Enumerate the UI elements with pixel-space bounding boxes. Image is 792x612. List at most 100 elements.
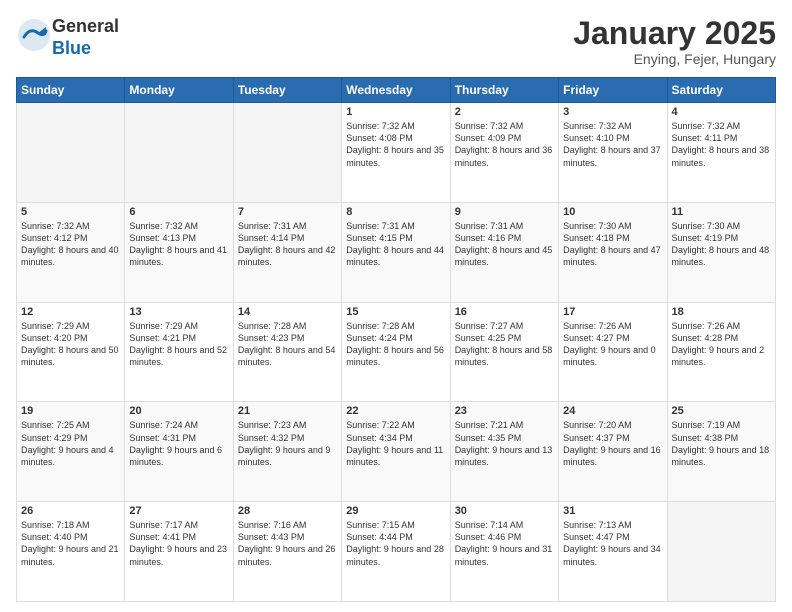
day-info: Sunrise: 7:28 AM Sunset: 4:24 PM Dayligh… [346, 320, 445, 369]
calendar-cell: 3 Sunrise: 7:32 AM Sunset: 4:10 PM Daylig… [559, 103, 667, 203]
day-number: 24 [563, 405, 662, 417]
logo-icon [16, 17, 52, 53]
calendar-cell: 4 Sunrise: 7:32 AM Sunset: 4:11 PM Daylig… [667, 103, 775, 203]
page: General Blue January 2025 Enying, Fejer,… [0, 0, 792, 612]
calendar-cell: 31Sunrise: 7:13 AM Sunset: 4:47 PM Dayli… [559, 502, 667, 602]
weekday-header-saturday: Saturday [667, 78, 775, 103]
weekday-header-friday: Friday [559, 78, 667, 103]
logo-text: General Blue [52, 16, 119, 59]
calendar-cell: 10 Sunrise: 7:30 AM Sunset: 4:18 PM Dayli… [559, 202, 667, 302]
weekday-header-thursday: Thursday [450, 78, 558, 103]
day-info: Sunrise: 7:32 AM Sunset: 4:12 PM Dayligh… [21, 220, 120, 269]
logo-general-text: General [52, 16, 119, 36]
calendar-cell: 22 Sunrise: 7:22 AM Sunset: 4:34 PM Dayli… [342, 402, 450, 502]
calendar-cell: 8Sunrise: 7:31 AM Sunset: 4:15 PM Daylig… [342, 202, 450, 302]
day-info: Sunrise: 7:15 AM Sunset: 4:44 PM Dayligh… [346, 519, 445, 568]
day-number: 14 [238, 306, 337, 318]
calendar-cell [17, 103, 125, 203]
day-info: Sunrise: 7:32 AM Sunset: 4:10 PM Dayligh… [563, 120, 662, 169]
calendar-cell: 18 Sunrise: 7:26 AM Sunset: 4:28 PM Dayli… [667, 302, 775, 402]
day-number: 19 [21, 405, 120, 417]
day-info: Sunrise: 7:17 AM Sunset: 4:41 PM Dayligh… [129, 519, 228, 568]
logo: General Blue [16, 16, 119, 59]
weekday-header-wednesday: Wednesday [342, 78, 450, 103]
day-number: 9 [455, 206, 554, 218]
day-number: 4 [672, 106, 771, 118]
calendar-subtitle: Enying, Fejer, Hungary [573, 51, 776, 67]
day-info: Sunrise: 7:14 AM Sunset: 4:46 PM Dayligh… [455, 519, 554, 568]
day-number: 5 [21, 206, 120, 218]
calendar-week-5: 26Sunrise: 7:18 AM Sunset: 4:40 PM Dayli… [17, 502, 776, 602]
day-info: Sunrise: 7:27 AM Sunset: 4:25 PM Dayligh… [455, 320, 554, 369]
day-number: 15 [346, 306, 445, 318]
day-info: Sunrise: 7:32 AM Sunset: 4:08 PM Dayligh… [346, 120, 445, 169]
day-info: Sunrise: 7:20 AM Sunset: 4:37 PM Dayligh… [563, 419, 662, 468]
calendar-cell: 24 Sunrise: 7:20 AM Sunset: 4:37 PM Dayli… [559, 402, 667, 502]
day-number: 2 [455, 106, 554, 118]
calendar-cell: 12Sunrise: 7:29 AM Sunset: 4:20 PM Dayli… [17, 302, 125, 402]
calendar-table: SundayMondayTuesdayWednesdayThursdayFrid… [16, 77, 776, 602]
day-number: 7 [238, 206, 337, 218]
day-number: 31 [563, 505, 662, 517]
calendar-cell: 23 Sunrise: 7:21 AM Sunset: 4:35 PM Dayli… [450, 402, 558, 502]
calendar-cell [125, 103, 233, 203]
calendar-week-2: 5 Sunrise: 7:32 AM Sunset: 4:12 PM Daylig… [17, 202, 776, 302]
day-info: Sunrise: 7:19 AM Sunset: 4:38 PM Dayligh… [672, 419, 771, 468]
calendar-cell: 26Sunrise: 7:18 AM Sunset: 4:40 PM Dayli… [17, 502, 125, 602]
day-number: 10 [563, 206, 662, 218]
day-number: 17 [563, 306, 662, 318]
day-info: Sunrise: 7:31 AM Sunset: 4:16 PM Dayligh… [455, 220, 554, 269]
calendar-cell: 17 Sunrise: 7:26 AM Sunset: 4:27 PM Dayli… [559, 302, 667, 402]
day-info: Sunrise: 7:22 AM Sunset: 4:34 PM Dayligh… [346, 419, 445, 468]
calendar-cell: 20 Sunrise: 7:24 AM Sunset: 4:31 PM Dayli… [125, 402, 233, 502]
day-number: 28 [238, 505, 337, 517]
calendar-title: January 2025 [573, 16, 776, 51]
calendar-cell: 28 Sunrise: 7:16 AM Sunset: 4:43 PM Dayli… [233, 502, 341, 602]
calendar-cell: 16 Sunrise: 7:27 AM Sunset: 4:25 PM Dayli… [450, 302, 558, 402]
day-info: Sunrise: 7:16 AM Sunset: 4:43 PM Dayligh… [238, 519, 337, 568]
day-number: 3 [563, 106, 662, 118]
title-section: January 2025 Enying, Fejer, Hungary [573, 16, 776, 67]
calendar-cell: 19 Sunrise: 7:25 AM Sunset: 4:29 PM Dayli… [17, 402, 125, 502]
day-info: Sunrise: 7:32 AM Sunset: 4:11 PM Dayligh… [672, 120, 771, 169]
calendar-cell: 29Sunrise: 7:15 AM Sunset: 4:44 PM Dayli… [342, 502, 450, 602]
day-number: 26 [21, 505, 120, 517]
day-info: Sunrise: 7:25 AM Sunset: 4:29 PM Dayligh… [21, 419, 120, 468]
day-info: Sunrise: 7:26 AM Sunset: 4:27 PM Dayligh… [563, 320, 662, 369]
day-info: Sunrise: 7:32 AM Sunset: 4:13 PM Dayligh… [129, 220, 228, 269]
day-info: Sunrise: 7:30 AM Sunset: 4:19 PM Dayligh… [672, 220, 771, 269]
calendar-cell [233, 103, 341, 203]
day-info: Sunrise: 7:31 AM Sunset: 4:14 PM Dayligh… [238, 220, 337, 269]
calendar-cell: 21 Sunrise: 7:23 AM Sunset: 4:32 PM Dayli… [233, 402, 341, 502]
calendar-cell: 30Sunrise: 7:14 AM Sunset: 4:46 PM Dayli… [450, 502, 558, 602]
calendar-cell: 11Sunrise: 7:30 AM Sunset: 4:19 PM Dayli… [667, 202, 775, 302]
calendar-cell: 27 Sunrise: 7:17 AM Sunset: 4:41 PM Dayli… [125, 502, 233, 602]
day-number: 27 [129, 505, 228, 517]
day-info: Sunrise: 7:24 AM Sunset: 4:31 PM Dayligh… [129, 419, 228, 468]
day-number: 18 [672, 306, 771, 318]
weekday-header-row: SundayMondayTuesdayWednesdayThursdayFrid… [17, 78, 776, 103]
day-number: 6 [129, 206, 228, 218]
day-number: 22 [346, 405, 445, 417]
calendar-week-1: 1Sunrise: 7:32 AM Sunset: 4:08 PM Daylig… [17, 103, 776, 203]
day-info: Sunrise: 7:23 AM Sunset: 4:32 PM Dayligh… [238, 419, 337, 468]
calendar-cell [667, 502, 775, 602]
weekday-header-tuesday: Tuesday [233, 78, 341, 103]
day-info: Sunrise: 7:30 AM Sunset: 4:18 PM Dayligh… [563, 220, 662, 269]
weekday-header-sunday: Sunday [17, 78, 125, 103]
day-info: Sunrise: 7:32 AM Sunset: 4:09 PM Dayligh… [455, 120, 554, 169]
calendar-cell: 25Sunrise: 7:19 AM Sunset: 4:38 PM Dayli… [667, 402, 775, 502]
day-info: Sunrise: 7:29 AM Sunset: 4:20 PM Dayligh… [21, 320, 120, 369]
day-info: Sunrise: 7:26 AM Sunset: 4:28 PM Dayligh… [672, 320, 771, 369]
day-number: 21 [238, 405, 337, 417]
day-number: 20 [129, 405, 228, 417]
calendar-cell: 2 Sunrise: 7:32 AM Sunset: 4:09 PM Daylig… [450, 103, 558, 203]
logo-blue-text: Blue [52, 38, 91, 58]
day-number: 23 [455, 405, 554, 417]
day-number: 13 [129, 306, 228, 318]
calendar-cell: 7 Sunrise: 7:31 AM Sunset: 4:14 PM Daylig… [233, 202, 341, 302]
calendar-cell: 5 Sunrise: 7:32 AM Sunset: 4:12 PM Daylig… [17, 202, 125, 302]
day-number: 16 [455, 306, 554, 318]
day-info: Sunrise: 7:31 AM Sunset: 4:15 PM Dayligh… [346, 220, 445, 269]
day-info: Sunrise: 7:21 AM Sunset: 4:35 PM Dayligh… [455, 419, 554, 468]
